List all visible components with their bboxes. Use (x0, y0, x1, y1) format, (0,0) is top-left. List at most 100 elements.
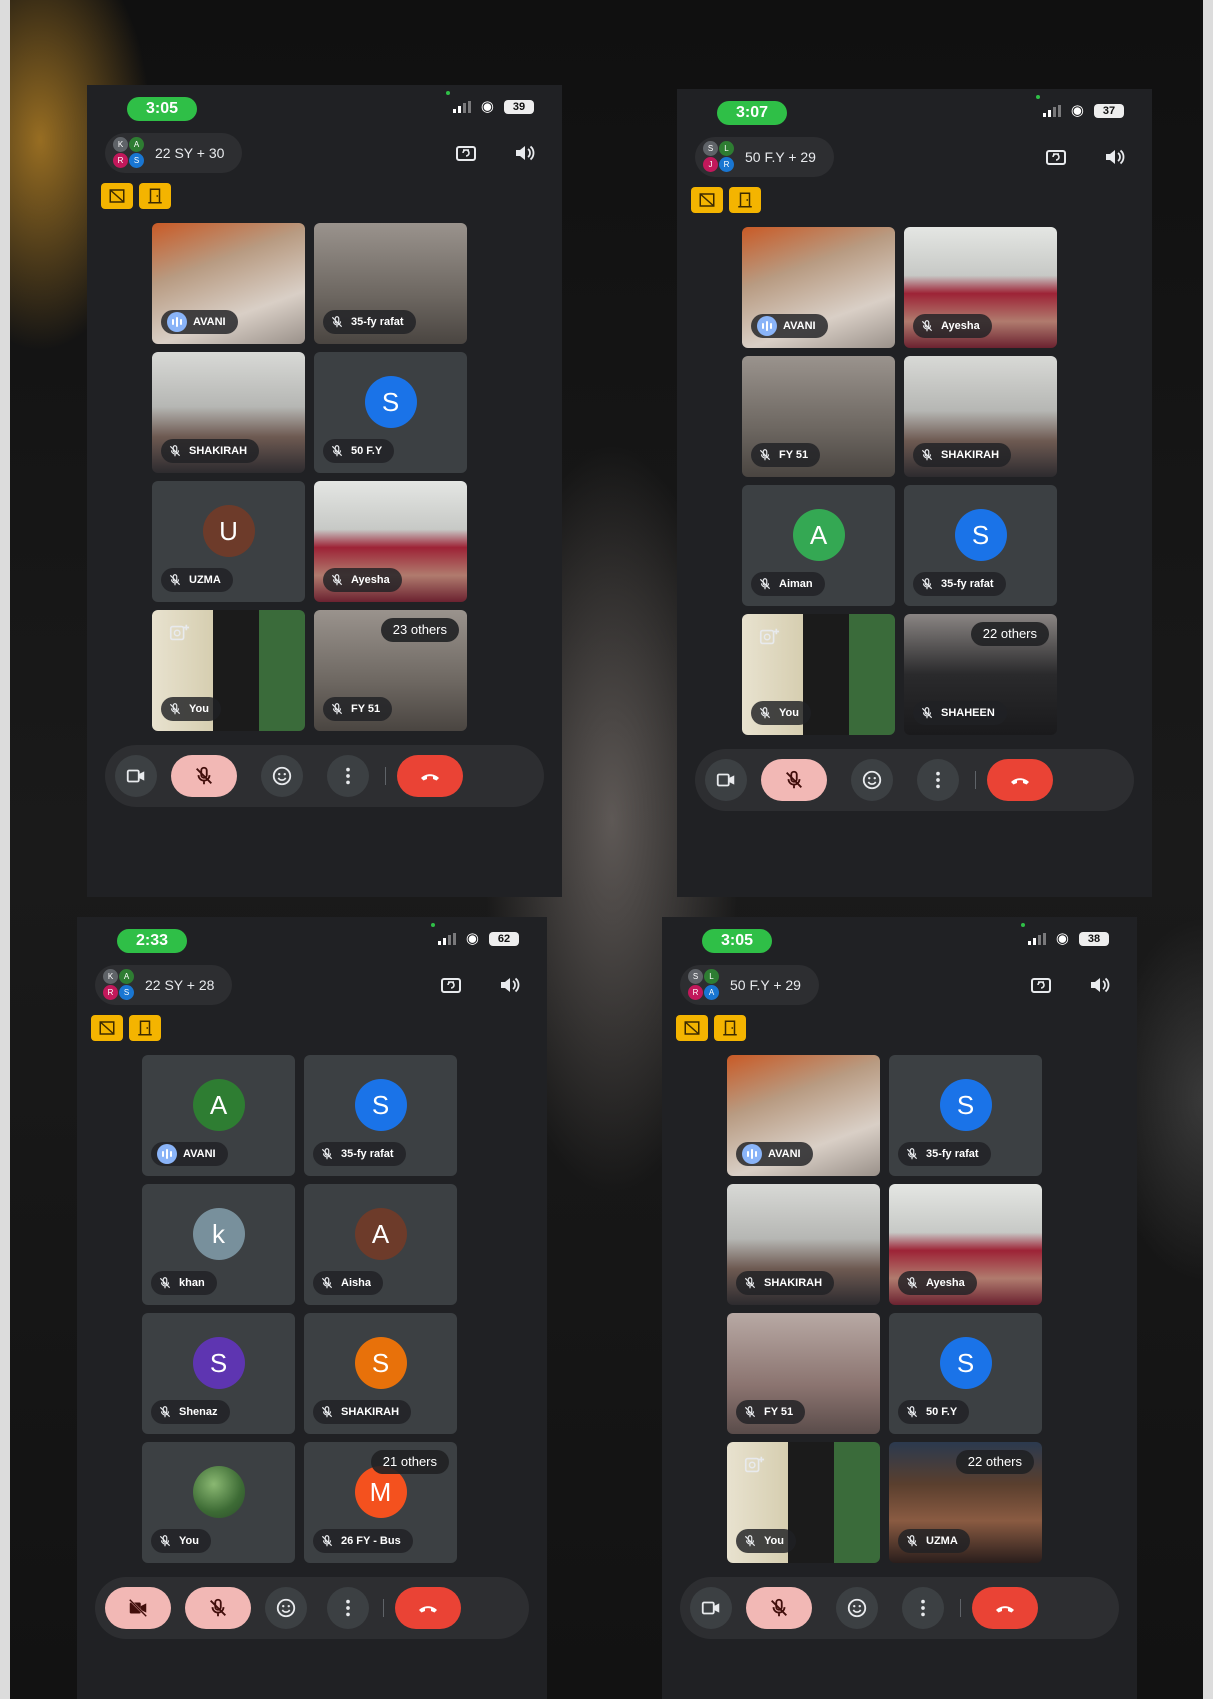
participant-tile[interactable]: A Aisha (304, 1184, 457, 1305)
video-camera-icon (701, 1601, 720, 1615)
mic-toggle-button[interactable] (761, 759, 827, 801)
participant-tile[interactable]: S 50 F.Y (314, 352, 467, 473)
mic-toggle-button[interactable] (171, 755, 237, 797)
participant-tile[interactable]: SHAKIRAH (152, 352, 305, 473)
mic-off-icon (742, 1275, 758, 1291)
battery-level: 37 (1094, 103, 1124, 118)
end-call-button[interactable] (397, 755, 463, 797)
speaker-button[interactable] (1100, 143, 1128, 171)
reactions-button[interactable] (851, 759, 893, 801)
meeting-participants-pill[interactable]: K A R S 22 SY + 30 (105, 133, 243, 173)
call-control-bar (695, 749, 1134, 811)
participant-tile[interactable]: 22 others SHAHEEN (904, 614, 1057, 735)
host-control-leave[interactable] (139, 183, 171, 209)
mic-toggle-button[interactable] (746, 1587, 812, 1629)
meeting-participants-pill[interactable]: S L R A 50 F.Y + 29 (680, 965, 819, 1005)
participant-tile[interactable]: S 35-fy rafat (904, 485, 1057, 606)
add-camera-button[interactable] (168, 622, 190, 642)
add-camera-icon (759, 628, 780, 645)
host-controls-badges (101, 183, 171, 209)
mic-off-icon (157, 1275, 173, 1291)
participant-tile[interactable]: Ayesha (889, 1184, 1042, 1305)
host-control-no-video[interactable] (101, 183, 133, 209)
camera-toggle-button[interactable] (690, 1587, 732, 1629)
add-camera-icon (169, 624, 190, 641)
participant-tile[interactable]: AVANI (152, 223, 305, 344)
participant-tile[interactable]: S 35-fy rafat (889, 1055, 1042, 1176)
add-camera-button[interactable] (743, 1454, 765, 1474)
mic-toggle-button[interactable] (185, 1587, 251, 1629)
participant-name: You (179, 1535, 199, 1547)
mic-off-icon (906, 1277, 918, 1289)
participant-tile[interactable]: 22 others UZMA (889, 1442, 1042, 1563)
host-control-no-video[interactable] (691, 187, 723, 213)
host-control-no-video[interactable] (91, 1015, 123, 1041)
meeting-participants-pill[interactable]: S L J R 50 F.Y + 29 (695, 137, 834, 177)
participant-tile[interactable]: S SHAKIRAH (304, 1313, 457, 1434)
end-call-button[interactable] (972, 1587, 1038, 1629)
participant-tile[interactable]: SHAKIRAH (727, 1184, 880, 1305)
participant-tile[interactable]: U UZMA (152, 481, 305, 602)
participant-name: You (764, 1535, 784, 1547)
camera-switch-button[interactable] (437, 971, 465, 999)
participant-tile[interactable]: You (142, 1442, 295, 1563)
camera-switch-button[interactable] (1042, 143, 1070, 171)
participant-tile[interactable]: You (727, 1442, 880, 1563)
participant-tile[interactable]: FY 51 (727, 1313, 880, 1434)
more-options-button[interactable] (327, 755, 369, 797)
participant-tile[interactable]: k khan (142, 1184, 295, 1305)
participant-avatar: R (113, 153, 128, 168)
camera-switch-button[interactable] (1027, 971, 1055, 999)
participant-tile[interactable]: S 35-fy rafat (304, 1055, 457, 1176)
participant-tile[interactable]: You (152, 610, 305, 731)
participant-tile[interactable]: S 50 F.Y (889, 1313, 1042, 1434)
add-camera-button[interactable] (758, 626, 780, 646)
camera-switch-icon (1031, 978, 1051, 993)
participant-tile[interactable]: Ayesha (904, 227, 1057, 348)
camera-toggle-button[interactable] (705, 759, 747, 801)
reactions-button[interactable] (836, 1587, 878, 1629)
camera-toggle-button[interactable] (115, 755, 157, 797)
others-count-badge[interactable]: 21 others (370, 1450, 449, 1474)
speaker-button[interactable] (1085, 971, 1113, 999)
host-control-leave[interactable] (129, 1015, 161, 1041)
mic-off-icon (904, 1275, 920, 1291)
control-divider (975, 771, 976, 789)
others-count-badge[interactable]: 23 others (380, 618, 459, 642)
participant-avatar-stack: SLRA (688, 969, 720, 1001)
participant-tile[interactable]: AVANI (727, 1055, 880, 1176)
participant-tile[interactable]: Ayesha (314, 481, 467, 602)
end-call-icon (419, 1606, 437, 1613)
more-options-button[interactable] (327, 1587, 369, 1629)
participant-tile[interactable]: 23 others FY 51 (314, 610, 467, 731)
others-count-badge[interactable]: 22 others (955, 1450, 1034, 1474)
end-call-button[interactable] (987, 759, 1053, 801)
host-control-leave[interactable] (714, 1015, 746, 1041)
speaker-button[interactable] (495, 971, 523, 999)
camera-off-button[interactable] (105, 1587, 171, 1629)
participant-tile[interactable]: A AVANI (142, 1055, 295, 1176)
participant-tile[interactable]: M 21 others 26 FY - Bus (304, 1442, 457, 1563)
participant-tile[interactable]: 35-fy rafat (314, 223, 467, 344)
participant-name: SHAKIRAH (764, 1277, 823, 1289)
end-call-button[interactable] (395, 1587, 461, 1629)
camera-switch-button[interactable] (452, 139, 480, 167)
host-control-no-video[interactable] (676, 1015, 708, 1041)
no-sign-icon (109, 189, 125, 203)
host-control-leave[interactable] (729, 187, 761, 213)
speaker-button[interactable] (510, 139, 538, 167)
more-options-button[interactable] (917, 759, 959, 801)
meeting-participants-pill[interactable]: K A R S 22 SY + 28 (95, 965, 233, 1005)
others-count-badge[interactable]: 22 others (970, 622, 1049, 646)
participant-tile[interactable]: FY 51 (742, 356, 895, 477)
more-options-button[interactable] (902, 1587, 944, 1629)
reactions-button[interactable] (265, 1587, 307, 1629)
participant-name-tag: You (736, 1529, 796, 1553)
reactions-button[interactable] (261, 755, 303, 797)
participant-tile[interactable]: You (742, 614, 895, 735)
participant-tile[interactable]: A Aiman (742, 485, 895, 606)
participant-tile[interactable]: SHAKIRAH (904, 356, 1057, 477)
participant-tile[interactable]: AVANI (742, 227, 895, 348)
participant-tile[interactable]: S Shenaz (142, 1313, 295, 1434)
participant-name: UZMA (926, 1535, 958, 1547)
